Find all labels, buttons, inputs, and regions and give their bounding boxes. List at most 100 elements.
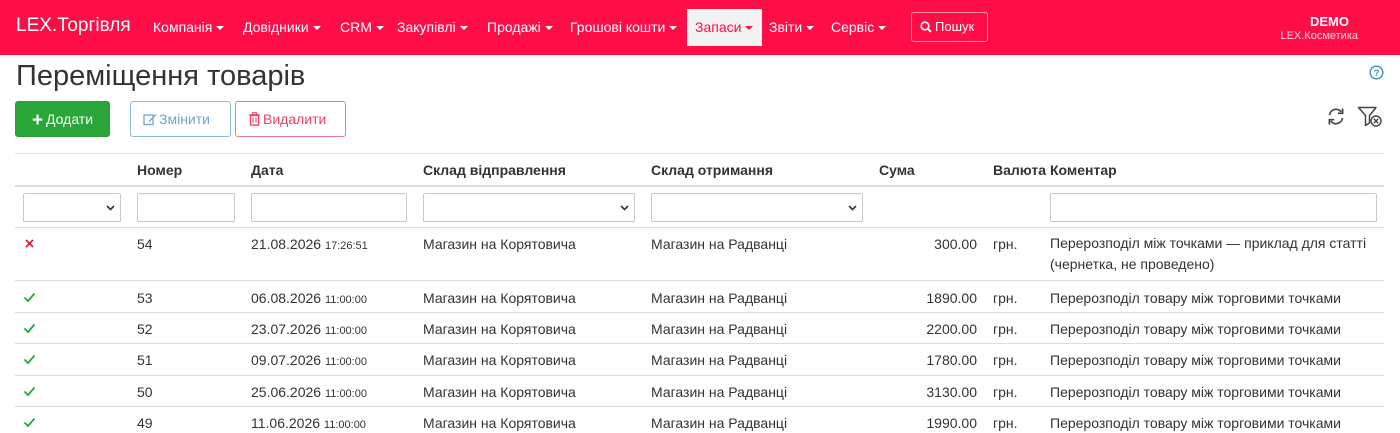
caret-down-icon (878, 26, 887, 30)
delete-button[interactable]: Видалити (235, 101, 346, 137)
help-icon[interactable]: ? (1369, 65, 1384, 80)
nav-item-cash[interactable]: Грошові кошти (562, 9, 685, 46)
cell-from: Магазин на Корятовича (423, 290, 576, 306)
trash-icon (249, 112, 260, 126)
from-warehouse-filter-select[interactable] (423, 193, 635, 222)
cell-to: Магазин на Радванці (651, 290, 788, 306)
draft-x-icon (25, 239, 34, 248)
caret-down-icon (745, 26, 754, 30)
caret-down-icon (806, 26, 815, 30)
caret-down-icon (669, 26, 678, 30)
add-button[interactable]: + Додати (15, 101, 110, 137)
cell-number: 53 (137, 290, 153, 306)
cell-from: Магазин на Корятовича (423, 321, 576, 337)
nav-item-service[interactable]: Сервіс (823, 9, 894, 46)
caret-down-icon (375, 26, 384, 30)
chevron-down-icon (620, 205, 629, 211)
cell-from: Магазин на Корятовича (423, 415, 576, 431)
nav-item-label: Запаси (695, 19, 742, 35)
check-icon (23, 386, 36, 397)
nav-item-label: Компанія (153, 19, 213, 35)
cell-date: 06.08.2026 11:00:00 (251, 290, 367, 308)
nav-item-purchases[interactable]: Закупівлі (389, 9, 476, 46)
nav-item-crm[interactable]: CRM (332, 9, 392, 46)
cell-sum: 1890.00 (926, 290, 977, 306)
cell-date: 09.07.2026 11:00:00 (251, 352, 367, 370)
cell-date-day: 09.07.2026 (251, 352, 322, 368)
cell-currency: грн. (993, 290, 1018, 306)
table-row[interactable]: 53 06.08.2026 11:00:00 Магазин на Корято… (15, 282, 1384, 313)
cell-date: 11.06.2026 11:00:00 (251, 415, 366, 433)
cell-date: 23.07.2026 11:00:00 (251, 321, 367, 339)
date-filter-input[interactable] (251, 193, 407, 222)
cell-date: 25.06.2026 11:00:00 (251, 384, 367, 402)
check-icon (23, 354, 36, 365)
table-row[interactable]: 50 25.06.2026 11:00:00 Магазин на Корято… (15, 376, 1384, 407)
status-filter-select[interactable] (23, 193, 121, 222)
nav-item-company[interactable]: Компанія (145, 9, 232, 46)
delete-button-label: Видалити (263, 111, 327, 127)
caret-down-icon (312, 26, 321, 30)
edit-button[interactable]: Змінити (130, 101, 231, 137)
app-brand[interactable]: LEX.Торгівля (16, 15, 131, 37)
chevron-down-icon (848, 205, 857, 211)
nav-item-reports[interactable]: Звіти (761, 9, 822, 46)
table-row[interactable]: 52 23.07.2026 11:00:00 Магазин на Корято… (15, 313, 1384, 344)
plus-icon: + (31, 110, 44, 131)
column-header-date[interactable]: Дата (251, 162, 283, 178)
cell-comment: Перерозподіл між точками — приклад для с… (1050, 235, 1367, 272)
nav-item-label: Закупівлі (397, 19, 456, 35)
nav-item-label: Довідники (243, 19, 309, 35)
column-header-to[interactable]: Склад отримання (651, 162, 773, 178)
refresh-icon[interactable] (1326, 107, 1346, 126)
comment-filter-input[interactable] (1050, 193, 1377, 222)
column-header-number[interactable]: Номер (137, 162, 182, 178)
search-button[interactable]: Пошук (911, 12, 988, 42)
cell-from: Магазин на Корятовича (423, 352, 576, 368)
number-filter-input[interactable] (137, 193, 235, 222)
cell-from: Магазин на Корятовича (423, 384, 576, 400)
cell-date-day: 11.06.2026 (251, 415, 321, 431)
caret-down-icon (459, 26, 468, 30)
column-header-comment[interactable]: Коментар (1050, 162, 1117, 178)
nav-item-sales[interactable]: Продажі (479, 9, 561, 46)
cell-date: 21.08.2026 17:26:51 (251, 236, 368, 254)
nav-item-directories[interactable]: Довідники (235, 9, 329, 46)
clear-filter-icon[interactable] (1357, 106, 1383, 128)
search-label: Пошук (935, 19, 975, 34)
cell-sum: 1780.00 (926, 352, 977, 368)
cell-sum: 2200.00 (926, 321, 977, 337)
table-row[interactable]: 54 21.08.2026 17:26:51 Магазин на Корято… (15, 228, 1384, 281)
user-company: LEX.Косметика (1280, 30, 1358, 42)
cell-date-time: 11:00:00 (324, 388, 367, 400)
cell-to: Магазин на Радванці (651, 384, 788, 400)
cell-currency: грн. (993, 236, 1018, 252)
edit-icon (143, 114, 157, 126)
cell-currency: грн. (993, 352, 1018, 368)
cell-number: 54 (137, 236, 153, 252)
check-icon (23, 417, 36, 428)
cell-to: Магазин на Радванці (651, 236, 788, 252)
column-header-currency[interactable]: Валюта (993, 162, 1046, 178)
search-icon (920, 21, 932, 33)
cell-currency: грн. (993, 415, 1018, 431)
table-row[interactable]: 51 09.07.2026 11:00:00 Магазин на Корято… (15, 344, 1384, 376)
grid-top-divider (15, 153, 1384, 154)
cell-comment: Перерозподіл товару між торговими точкам… (1050, 290, 1341, 306)
cell-comment: Перерозподіл товару між торговими точкам… (1050, 321, 1341, 337)
check-icon (23, 323, 36, 334)
column-header-sum[interactable]: Сума (879, 162, 915, 178)
cell-date-day: 21.08.2026 (251, 236, 322, 252)
cell-to: Магазин на Радванці (651, 352, 788, 368)
cell-number: 52 (137, 321, 153, 337)
nav-item-inventory[interactable]: Запаси (687, 9, 762, 46)
cell-date-day: 23.07.2026 (251, 321, 322, 337)
table-row[interactable]: 49 11.06.2026 11:00:00 Магазин на Корято… (15, 407, 1384, 431)
cell-sum: 3130.00 (926, 384, 977, 400)
column-header-from[interactable]: Склад відправлення (423, 162, 566, 178)
cell-comment: Перерозподіл товару між торговими точкам… (1050, 352, 1341, 368)
nav-item-label: Сервіс (831, 19, 875, 35)
to-warehouse-filter-select[interactable] (651, 193, 863, 222)
user-name[interactable]: DEMO (1310, 14, 1349, 29)
cell-date-day: 06.08.2026 (251, 290, 322, 306)
